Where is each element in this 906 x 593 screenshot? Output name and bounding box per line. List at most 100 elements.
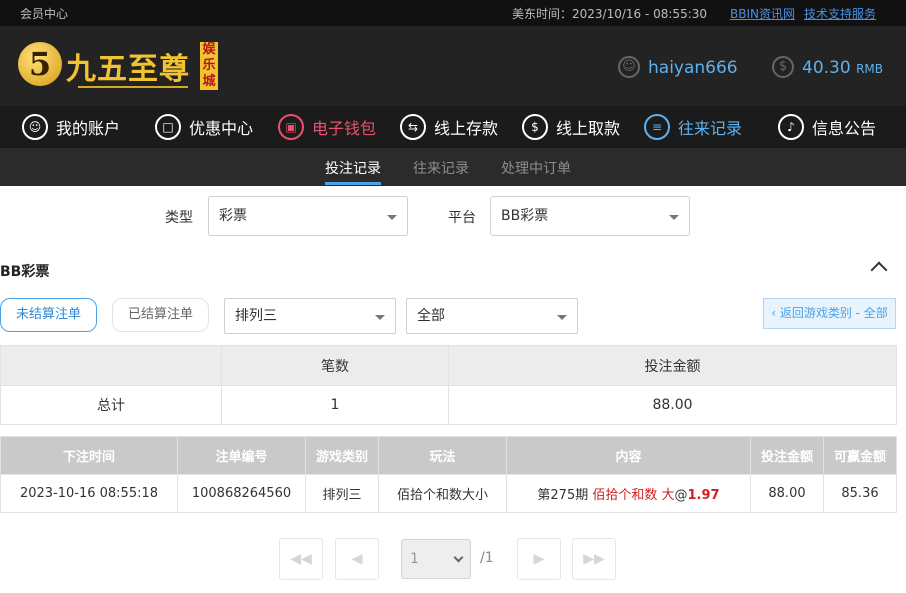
detail-header: 可赢金额 — [823, 436, 897, 475]
summary-cell: 1 — [221, 385, 449, 425]
gift-icon: □ — [155, 114, 181, 140]
detail-header: 投注金额 — [750, 436, 824, 475]
top-bar: 会员中心 美东时间：2023/10/16 - 08:55:30 BBIN资讯网 … — [0, 0, 906, 26]
total-pages: /1 — [480, 550, 494, 566]
order-number: 100868264560 — [177, 474, 306, 513]
unsettled-bets-button[interactable]: 未结算注单 — [0, 298, 97, 332]
platform-select-value: BB彩票 — [501, 208, 549, 224]
summary-header: 笔数 — [221, 345, 449, 386]
nav-transaction-records[interactable]: ≡ 往来记录 — [644, 112, 742, 142]
balance: 40.30 RMB — [802, 58, 883, 78]
main-nav: ☺ 我的账户 □ 优惠中心 ▣ 电子钱包 ⇆ 线上存款 $ 线上取款 ≡ 往来记… — [0, 106, 906, 148]
records-icon: ≡ — [644, 114, 670, 140]
nav-online-deposit[interactable]: ⇆ 线上存款 — [400, 112, 498, 142]
tab-bet-records[interactable]: 投注记录 — [325, 158, 381, 178]
logo-name: 九五至尊 — [66, 52, 190, 87]
collapse-chevron-up-icon[interactable] — [869, 258, 889, 276]
nav-e-wallet[interactable]: ▣ 电子钱包 — [278, 112, 376, 142]
content-period: 第275期 — [537, 488, 593, 503]
brand-header: 5 九五至尊 娱乐城 ☺ haiyan666 $ 40.30 RMB — [0, 26, 906, 106]
caret-down-icon — [375, 315, 385, 320]
prev-page-button[interactable]: ◀ — [335, 538, 379, 580]
summary-table: 笔数 投注金额 总计 1 88.00 — [0, 345, 897, 425]
logo-emblem: 5 — [18, 42, 62, 86]
content-pick: 佰拾个和数 大 — [592, 488, 675, 503]
logo-ornament — [78, 86, 188, 88]
detail-header: 下注时间 — [0, 436, 178, 475]
active-tab-indicator — [325, 182, 381, 185]
chevron-left-icon: ◀ — [351, 551, 363, 567]
dollar-icon: $ — [772, 56, 794, 78]
sub-tabs: 投注记录 往来记录 处理中订单 — [0, 148, 906, 186]
site-logo[interactable]: 5 九五至尊 娱乐城 — [18, 40, 218, 96]
platform-select[interactable]: BB彩票 — [490, 196, 690, 236]
double-chevron-left-icon: ◀◀ — [290, 551, 312, 567]
nav-label: 我的账户 — [56, 119, 121, 138]
bet-amount: 88.00 — [750, 474, 824, 513]
chevron-right-icon: ▶ — [533, 551, 545, 567]
last-page-button[interactable]: ▶▶ — [572, 538, 616, 580]
play-type: 佰拾个和数大小 — [378, 474, 507, 513]
type-select[interactable]: 彩票 — [208, 196, 408, 236]
bet-detail-table: 下注时间 注单编号 游戏类别 玩法 内容 投注金额 可赢金额 2023-10-1… — [0, 436, 897, 513]
type-select-value: 彩票 — [219, 208, 247, 224]
page-select-value: 1 — [410, 551, 419, 567]
summary-cell: 88.00 — [448, 385, 897, 425]
scope-select-value: 全部 — [417, 308, 445, 324]
eastern-time: 美东时间：2023/10/16 - 08:55:30 — [512, 7, 708, 21]
bet-content: 第275期 佰拾个和数 大@1.97 — [506, 474, 751, 513]
game-select[interactable]: 排列三 — [224, 298, 396, 334]
balance-amount: 40.30 — [802, 58, 851, 78]
nav-label: 优惠中心 — [189, 119, 254, 138]
caret-down-icon — [669, 215, 679, 220]
tab-transaction-records[interactable]: 往来记录 — [413, 158, 469, 178]
nav-my-account[interactable]: ☺ 我的账户 — [22, 112, 120, 142]
nav-label: 线上取款 — [556, 119, 621, 138]
detail-header: 游戏类别 — [305, 436, 379, 475]
bell-icon: ♪ — [778, 114, 804, 140]
deposit-icon: ⇆ — [400, 114, 426, 140]
content-odds: 1.97 — [687, 488, 720, 503]
member-center-label: 会员中心 — [20, 7, 69, 21]
tech-support-link[interactable]: 技术支持服务 — [804, 5, 876, 22]
nav-promotions[interactable]: □ 优惠中心 — [155, 112, 253, 142]
detail-header: 内容 — [506, 436, 751, 475]
page-select[interactable]: 1 — [401, 539, 471, 579]
summary-header — [0, 345, 222, 386]
detail-header-row: 下注时间 注单编号 游戏类别 玩法 内容 投注金额 可赢金额 — [0, 436, 897, 475]
caret-down-icon — [387, 215, 397, 220]
bbin-news-link[interactable]: BBIN资讯网 — [730, 5, 795, 22]
user-icon: ☺ — [618, 56, 640, 78]
section-title: BB彩票 — [0, 264, 50, 280]
scope-select[interactable]: 全部 — [406, 298, 578, 334]
user-icon: ☺ — [22, 114, 48, 140]
detail-header: 注单编号 — [177, 436, 306, 475]
tab-pending-orders[interactable]: 处理中订单 — [501, 158, 571, 178]
detail-header: 玩法 — [378, 436, 507, 475]
content-at: @ — [674, 488, 688, 503]
username[interactable]: haiyan666 — [648, 58, 738, 78]
nav-label: 信息公告 — [812, 119, 877, 138]
logo-subtitle: 娱乐城 — [200, 42, 218, 90]
back-to-game-categories-button[interactable]: ‹ 返回游戏类别 - 全部 — [763, 298, 896, 329]
game-select-value: 排列三 — [235, 308, 277, 324]
nav-label: 电子钱包 — [312, 119, 377, 138]
double-chevron-right-icon: ▶▶ — [583, 551, 605, 567]
nav-label: 线上存款 — [434, 119, 499, 138]
platform-label: 平台 — [448, 210, 476, 226]
next-page-button[interactable]: ▶ — [517, 538, 561, 580]
summary-cell: 总计 — [0, 385, 222, 425]
summary-row: 总计 1 88.00 — [0, 385, 897, 425]
nav-label: 往来记录 — [678, 119, 743, 138]
type-label: 类型 — [165, 210, 193, 226]
settled-bets-button[interactable]: 已结算注单 — [112, 298, 209, 332]
first-page-button[interactable]: ◀◀ — [279, 538, 323, 580]
nav-online-withdraw[interactable]: $ 线上取款 — [522, 112, 620, 142]
summary-header-row: 笔数 投注金额 — [0, 345, 897, 386]
summary-header: 投注金额 — [448, 345, 897, 386]
nav-announcements[interactable]: ♪ 信息公告 — [778, 112, 876, 142]
balance-currency: RMB — [856, 62, 884, 76]
win-amount: 85.36 — [823, 474, 897, 513]
game-category: 排列三 — [305, 474, 379, 513]
withdraw-icon: $ — [522, 114, 548, 140]
